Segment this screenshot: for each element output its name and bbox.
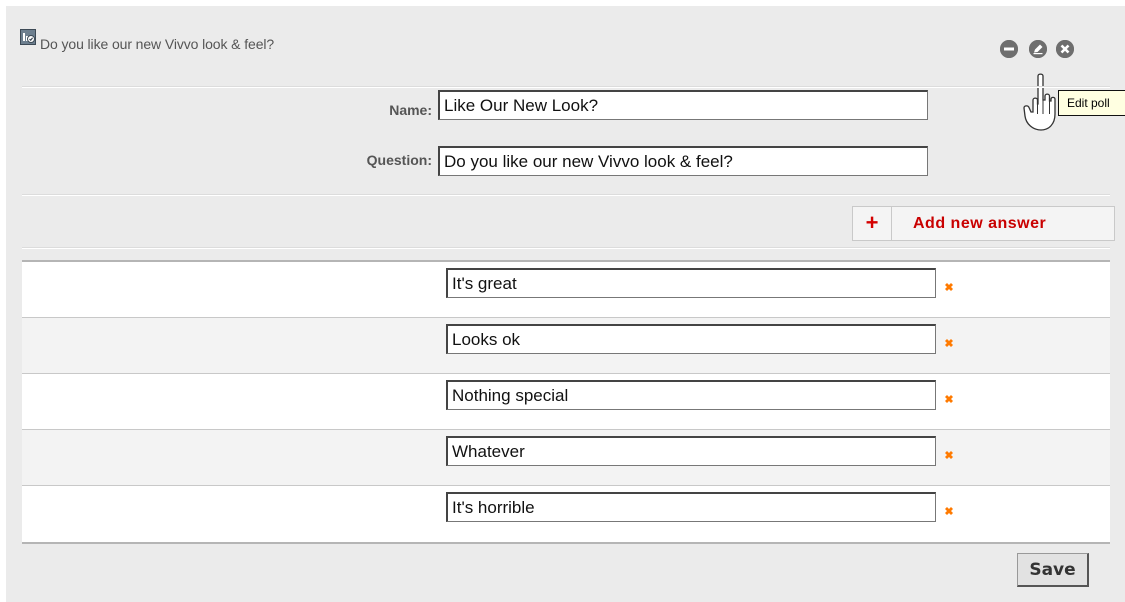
name-field[interactable] [438,90,928,120]
answer-field[interactable] [446,324,936,354]
save-button[interactable]: Save [1017,553,1089,587]
plus-icon: + [853,207,892,240]
answer-field[interactable] [446,436,936,466]
question-label: Question: [366,152,432,168]
panel-header: Do you like our new Vivvo look & feel? [6,6,1125,86]
answer-field[interactable] [446,492,936,522]
answer-row [22,318,1110,374]
remove-x-icon[interactable] [943,393,955,405]
toolbar-divider [22,247,1110,249]
remove-x-icon[interactable] [943,505,955,517]
panel-title: Do you like our new Vivvo look & feel? [40,36,275,52]
answer-row [22,374,1110,430]
minus-circle-icon [1000,40,1018,58]
edit-poll-button[interactable] [1029,40,1047,58]
edit-pencil-icon [1029,40,1047,58]
header-divider [22,86,1110,88]
answers-list [22,260,1110,544]
question-field[interactable] [438,146,928,176]
answer-row [22,486,1110,542]
poll-panel: Do you like our new Vivvo look & feel? E… [6,6,1125,602]
edit-poll-tooltip: Edit poll [1058,90,1125,116]
minimize-button[interactable] [1000,40,1018,58]
add-new-answer-button[interactable]: + Add new answer [852,206,1115,241]
answer-row [22,262,1110,318]
poll-icon [20,29,36,45]
answer-row [22,430,1110,486]
name-label: Name: [389,102,432,118]
answer-field[interactable] [446,380,936,410]
remove-x-icon[interactable] [943,449,955,461]
hand-pointer-icon [1023,73,1056,131]
remove-x-icon[interactable] [943,337,955,349]
form-divider [22,194,1110,196]
answer-field[interactable] [446,268,936,298]
add-new-answer-label: Add new answer [913,215,1047,232]
close-button[interactable] [1056,40,1074,58]
close-circle-icon [1056,40,1074,58]
remove-x-icon[interactable] [943,281,955,293]
